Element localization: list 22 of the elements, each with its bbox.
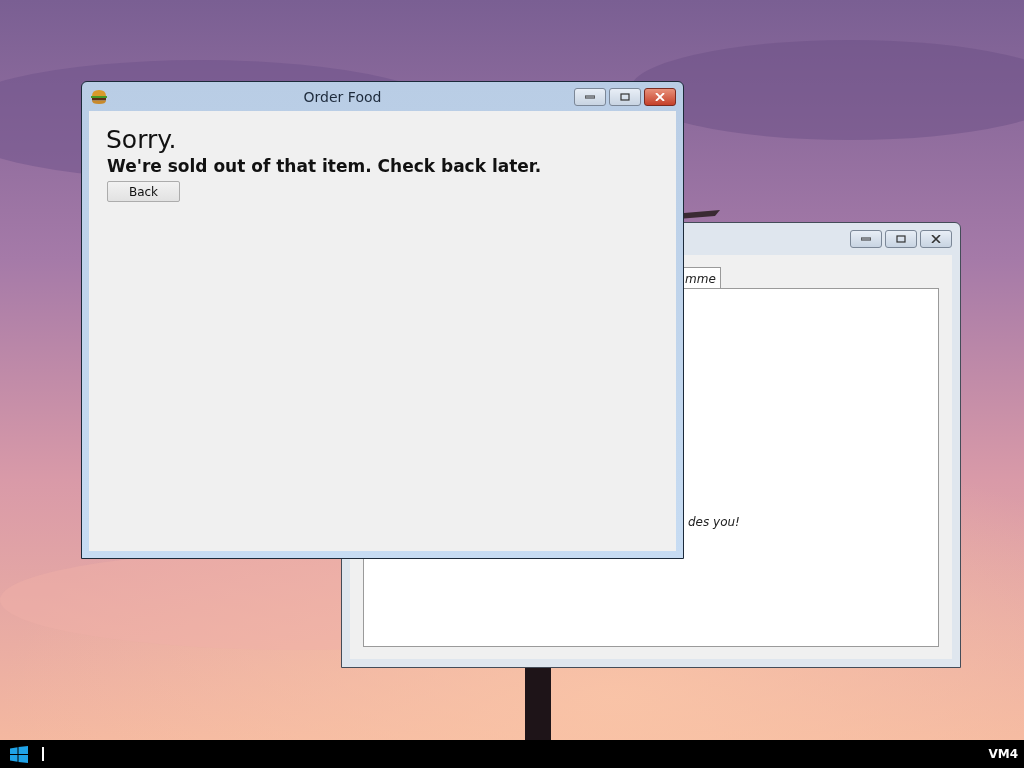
minimize-icon	[585, 94, 595, 99]
minimize-button[interactable]	[574, 87, 606, 106]
windows-logo-icon[interactable]	[10, 745, 28, 763]
minimize-icon	[861, 237, 871, 241]
message-text: des you!	[688, 515, 740, 529]
text-cursor-icon	[42, 747, 44, 761]
close-icon	[655, 92, 665, 101]
tab[interactable]: mme	[684, 267, 721, 289]
heading: Sorry.	[106, 125, 177, 154]
close-button[interactable]	[920, 230, 952, 248]
back-button[interactable]: Back	[107, 181, 180, 202]
burger-icon	[91, 89, 107, 104]
maximize-icon	[896, 235, 906, 243]
message-text: We're sold out of that item. Check back later.	[107, 156, 542, 176]
taskbar-label: VM4	[988, 747, 1018, 761]
close-button[interactable]	[644, 87, 676, 106]
maximize-button[interactable]	[609, 87, 641, 106]
maximize-button[interactable]	[885, 230, 917, 248]
minimize-button[interactable]	[850, 230, 882, 248]
window-title: Order Food	[302, 88, 383, 105]
close-icon	[931, 235, 941, 243]
maximize-icon	[620, 92, 630, 101]
